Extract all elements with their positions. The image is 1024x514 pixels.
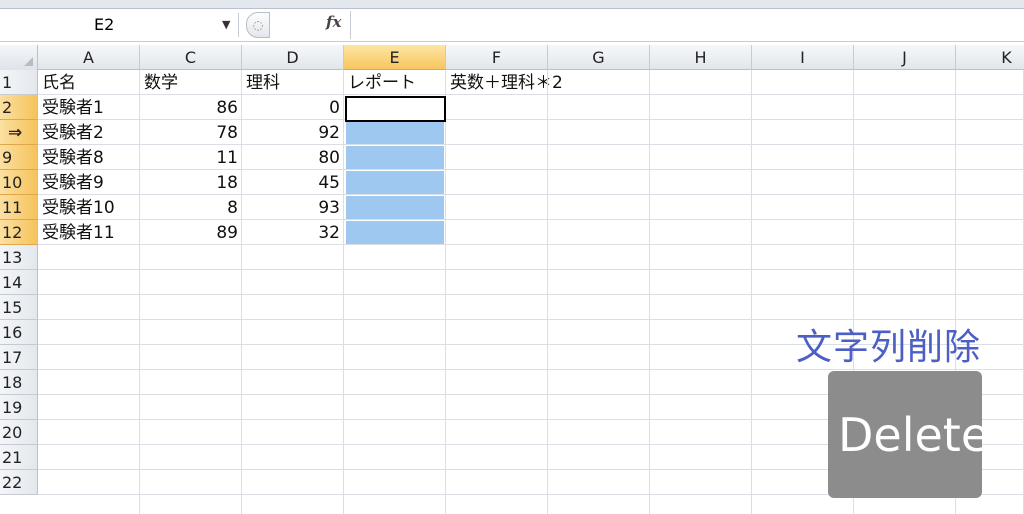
column-header-h[interactable]: H: [650, 45, 752, 70]
cell-f-5[interactable]: [446, 170, 650, 195]
cell-e-6[interactable]: [344, 195, 446, 220]
cell-f-3[interactable]: [446, 120, 650, 145]
column-header-g[interactable]: G: [548, 45, 650, 70]
chevron-down-icon[interactable]: ▼: [222, 13, 230, 37]
cell-f-2[interactable]: [446, 95, 650, 120]
column-header-f[interactable]: F: [446, 45, 548, 70]
row-header-14[interactable]: 19: [0, 395, 38, 420]
name-box-value: E2: [94, 15, 115, 34]
column-header-k[interactable]: K: [956, 45, 1024, 70]
active-cell-e2[interactable]: [345, 96, 446, 122]
row-header-16[interactable]: 21: [0, 445, 38, 470]
gridline-vertical: [241, 70, 242, 514]
row-header-1[interactable]: 1: [0, 70, 38, 95]
row-header-4[interactable]: 9: [0, 145, 38, 170]
formula-bar-divider: [350, 11, 351, 39]
cell-c-6[interactable]: 8: [140, 195, 242, 220]
cell-c-3[interactable]: 78: [140, 120, 242, 145]
cell-d-5[interactable]: 45: [242, 170, 344, 195]
cell-f-7[interactable]: [446, 220, 650, 245]
gridline-vertical: [751, 70, 752, 514]
column-header-j[interactable]: J: [854, 45, 956, 70]
cell-c-1[interactable]: 数学: [140, 70, 242, 95]
delete-key-icon: Delete: [828, 371, 989, 498]
row-header-3[interactable]: ⇒: [0, 120, 38, 145]
cell-d-2[interactable]: 0: [242, 95, 344, 120]
cell-e-1[interactable]: レポート: [344, 70, 446, 95]
row-pointer-icon: ⇒: [8, 123, 23, 143]
cell-a-5[interactable]: 受験者9: [38, 170, 140, 195]
row-header-17[interactable]: 22: [0, 470, 38, 495]
cell-a-3[interactable]: 受験者2: [38, 120, 140, 145]
cell-f-4[interactable]: [446, 145, 650, 170]
row-header-6[interactable]: 11: [0, 195, 38, 220]
insert-function-icon[interactable]: fx: [326, 13, 341, 31]
row-header-8[interactable]: 13: [0, 245, 38, 270]
cell-a-6[interactable]: 受験者10: [38, 195, 140, 220]
row-header-13[interactable]: 18: [0, 370, 38, 395]
row-header-12[interactable]: 17: [0, 345, 38, 370]
cell-c-7[interactable]: 89: [140, 220, 242, 245]
cancel-icon[interactable]: ◌: [246, 12, 270, 38]
gridline-vertical: [547, 70, 548, 514]
row-header-9[interactable]: 14: [0, 270, 38, 295]
overlay-caption: 文字列削除: [796, 327, 982, 368]
cell-a-2[interactable]: 受験者1: [38, 95, 140, 120]
row-header-2[interactable]: 2: [0, 95, 38, 120]
cell-f-6[interactable]: [446, 195, 650, 220]
cell-d-7[interactable]: 32: [242, 220, 344, 245]
ribbon-edge: [0, 0, 1024, 9]
row-header-7[interactable]: 12: [0, 220, 38, 245]
column-header-a[interactable]: A: [38, 45, 140, 70]
cell-e-7[interactable]: [344, 220, 446, 245]
cell-c-4[interactable]: 11: [140, 145, 242, 170]
gridline-horizontal: [38, 294, 1024, 295]
cell-d-3[interactable]: 92: [242, 120, 344, 145]
cell-d-6[interactable]: 93: [242, 195, 344, 220]
column-header-i[interactable]: I: [752, 45, 854, 70]
gridline-vertical: [445, 70, 446, 514]
cell-e-3[interactable]: [344, 120, 446, 145]
select-all-button[interactable]: [0, 45, 38, 71]
row-header-15[interactable]: 20: [0, 420, 38, 445]
column-header-e[interactable]: E: [344, 45, 446, 70]
formula-input[interactable]: [356, 13, 1020, 39]
column-header-c[interactable]: C: [140, 45, 242, 70]
gridline-vertical: [343, 70, 344, 514]
row-header-10[interactable]: 15: [0, 295, 38, 320]
delete-key-label: Delete: [838, 408, 990, 462]
cell-f-1[interactable]: 英数＋理科＊2: [446, 70, 650, 95]
gridline-vertical: [649, 70, 650, 514]
cell-a-1[interactable]: 氏名: [38, 70, 140, 95]
gridline-vertical: [139, 70, 140, 514]
gridline-horizontal: [38, 269, 1024, 270]
row-header-5[interactable]: 10: [0, 170, 38, 195]
column-header-d[interactable]: D: [242, 45, 344, 70]
cell-c-5[interactable]: 18: [140, 170, 242, 195]
cell-e-4[interactable]: [344, 145, 446, 170]
name-box[interactable]: E2 ▼: [0, 13, 239, 37]
row-header-11[interactable]: 16: [0, 320, 38, 345]
cell-a-4[interactable]: 受験者8: [38, 145, 140, 170]
cell-a-7[interactable]: 受験者11: [38, 220, 140, 245]
cell-c-2[interactable]: 86: [140, 95, 242, 120]
formula-bar: E2 ▼ ◌ fx: [0, 9, 1024, 42]
cell-d-1[interactable]: 理科: [242, 70, 344, 95]
cell-e-5[interactable]: [344, 170, 446, 195]
cell-d-4[interactable]: 80: [242, 145, 344, 170]
